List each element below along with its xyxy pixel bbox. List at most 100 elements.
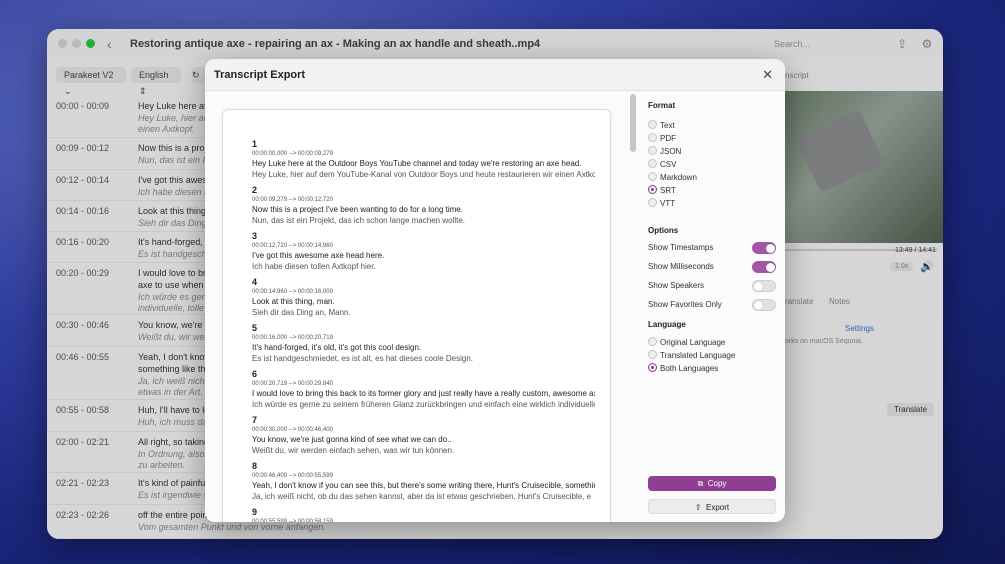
srt-entry-timestamp: 00:00:16,000 --> 00:00:20,719	[252, 335, 333, 341]
srt-entry-translation: Es ist handgeschmiedet, es ist alt, es h…	[252, 354, 474, 363]
srt-entry-original: It's hand-forged, it's old, it's got thi…	[252, 343, 422, 352]
dialog-title: Transcript Export	[214, 69, 306, 81]
srt-entry-original: I've got this awesome axe head here.	[252, 251, 385, 260]
toggle-knob	[754, 282, 763, 291]
srt-entry: 8 00:00:46,400 --> 00:00:55,599 Yeah, I do…	[252, 461, 595, 502]
srt-entry-number: 4	[252, 277, 258, 287]
srt-entry-number: 1	[252, 139, 258, 149]
srt-entry-number: 7	[252, 415, 258, 425]
option-row: Show Milliseconds	[648, 261, 785, 273]
srt-entry-number: 3	[252, 231, 258, 241]
format-heading: Format	[648, 101, 676, 110]
option-toggle[interactable]	[752, 299, 776, 311]
srt-entry: 3 00:00:12,720 --> 00:00:14,960 I've got t…	[252, 231, 595, 272]
srt-entry: 5 00:00:16,000 --> 00:00:20,719 It's hand-…	[252, 323, 595, 364]
radio-button[interactable]	[648, 172, 657, 181]
language-option[interactable]: Both Languages	[648, 363, 718, 374]
srt-entry-number: 2	[252, 185, 258, 195]
language-option-label: Original Language	[660, 338, 726, 347]
option-label: Show Speakers	[648, 281, 705, 290]
copy-icon: ⧉	[697, 479, 704, 488]
language-option[interactable]: Translated Language	[648, 350, 735, 361]
options-heading: Options	[648, 226, 679, 235]
srt-entry-translation: Weißt du, wir werden einfach sehen, was …	[252, 446, 455, 455]
language-heading: Language	[648, 320, 686, 329]
format-option-label: PDF	[660, 134, 676, 143]
srt-entry-original: Look at this thing, man.	[252, 297, 335, 306]
copy-button[interactable]: ⧉ Copy	[648, 476, 776, 491]
format-option-csv[interactable]: CSV	[648, 159, 676, 170]
format-option-text[interactable]: Text	[648, 120, 675, 131]
srt-entry-timestamp: 00:00:12,720 --> 00:00:14,960	[252, 243, 333, 249]
srt-entry-timestamp: 00:00:20,719 --> 00:00:29,840	[252, 381, 333, 387]
transcript-export-dialog: Transcript Export ✕ 1 00:00:00,000 --> 00…	[205, 59, 785, 522]
srt-entry-timestamp: 00:00:30,000 --> 00:00:46,400	[252, 427, 333, 433]
option-toggle[interactable]	[752, 242, 776, 254]
format-option-label: Text	[660, 121, 675, 130]
radio-button[interactable]	[648, 185, 657, 194]
export-button-label: Export	[706, 503, 730, 512]
srt-entry-original: Hey Luke here at the Outdoor Boys YouTub…	[252, 159, 582, 168]
language-option-label: Both Languages	[660, 364, 719, 373]
radio-button[interactable]	[648, 120, 657, 129]
srt-entry-timestamp: 00:00:14,960 --> 00:00:16,000	[252, 289, 333, 295]
srt-entry-timestamp: 00:00:00,000 --> 00:00:09,279	[252, 151, 333, 157]
srt-entry-timestamp: 00:00:09,279 --> 00:00:12,720	[252, 197, 333, 203]
srt-entry-original: I would love to bring this back to its f…	[252, 389, 595, 398]
option-label: Show Favorites Only	[648, 300, 722, 309]
format-option-pdf[interactable]: PDF	[648, 133, 676, 144]
format-option-label: SRT	[660, 186, 676, 195]
toggle-knob	[766, 244, 775, 253]
format-option-label: JSON	[660, 147, 682, 156]
radio-button[interactable]	[648, 337, 657, 346]
radio-button[interactable]	[648, 159, 657, 168]
srt-entry: 6 00:00:20,719 --> 00:00:29,840 I would lo…	[252, 369, 595, 410]
radio-button[interactable]	[648, 350, 657, 359]
srt-entry-timestamp: 00:00:46,400 --> 00:00:55,599	[252, 473, 333, 479]
srt-entry-translation: Ich würde es gerne zu seinem früheren Gl…	[252, 400, 595, 409]
format-option-vtt[interactable]: VTT	[648, 198, 675, 209]
option-row: Show Timestamps	[648, 242, 785, 254]
srt-entry: 7 00:00:30,000 --> 00:00:46,400 You know, …	[252, 415, 595, 456]
srt-entry-translation: Sieh dir das Ding an, Mann.	[252, 308, 351, 317]
radio-button[interactable]	[648, 363, 657, 372]
toggle-knob	[766, 263, 775, 272]
srt-entry-number: 5	[252, 323, 258, 333]
srt-entry-timestamp: 00:00:55,599 --> 00:00:58,159	[252, 519, 333, 522]
srt-entry-original: Yeah, I don't know if you can see this, …	[252, 481, 595, 490]
srt-entry-number: 6	[252, 369, 258, 379]
export-preview: 1 00:00:00,000 --> 00:00:09,279 Hey Luke h…	[222, 109, 611, 522]
option-row: Show Favorites Only	[648, 299, 785, 311]
radio-button[interactable]	[648, 198, 657, 207]
radio-button[interactable]	[648, 146, 657, 155]
export-options-panel: Format Text PDF JSON CSV Markdown SRT VTT Opti…	[648, 59, 785, 522]
srt-entry-number: 9	[252, 507, 258, 517]
option-toggle[interactable]	[752, 280, 776, 292]
format-option-label: Markdown	[660, 173, 697, 182]
format-option-label: VTT	[660, 199, 676, 208]
export-icon: ⇪	[694, 503, 702, 512]
srt-entry-translation: Hey Luke, hier auf dem YouTube-Kanal von…	[252, 170, 595, 179]
option-row: Show Speakers	[648, 280, 785, 292]
copy-button-label: Copy	[707, 479, 727, 488]
format-option-srt[interactable]: SRT	[648, 185, 676, 196]
language-option-label: Translated Language	[660, 351, 736, 360]
format-option-json[interactable]: JSON	[648, 146, 681, 157]
radio-button[interactable]	[648, 133, 657, 142]
srt-entry: 1 00:00:00,000 --> 00:00:09,279 Hey Luke h…	[252, 139, 595, 180]
format-option-label: CSV	[660, 160, 677, 169]
format-option-markdown[interactable]: Markdown	[648, 172, 697, 183]
srt-entry-translation: Nun, das ist ein Projekt, das ich schon …	[252, 216, 466, 225]
srt-entry-original: You know, we're just gonna kind of see w…	[252, 435, 452, 444]
export-button[interactable]: ⇪ Export	[648, 499, 776, 514]
srt-entry: 4 00:00:14,960 --> 00:00:16,000 Look at th…	[252, 277, 595, 318]
option-label: Show Timestamps	[648, 243, 714, 252]
srt-entry-number: 8	[252, 461, 258, 471]
toggle-knob	[754, 301, 763, 310]
preview-scrollbar[interactable]	[630, 94, 636, 152]
language-option[interactable]: Original Language	[648, 337, 725, 348]
option-label: Show Milliseconds	[648, 262, 714, 271]
option-toggle[interactable]	[752, 261, 776, 273]
srt-entry-translation: Ich habe diesen tollen Axtkopf hier.	[252, 262, 376, 271]
srt-entry: 2 00:00:09,279 --> 00:00:12,720 Now this i…	[252, 185, 595, 226]
